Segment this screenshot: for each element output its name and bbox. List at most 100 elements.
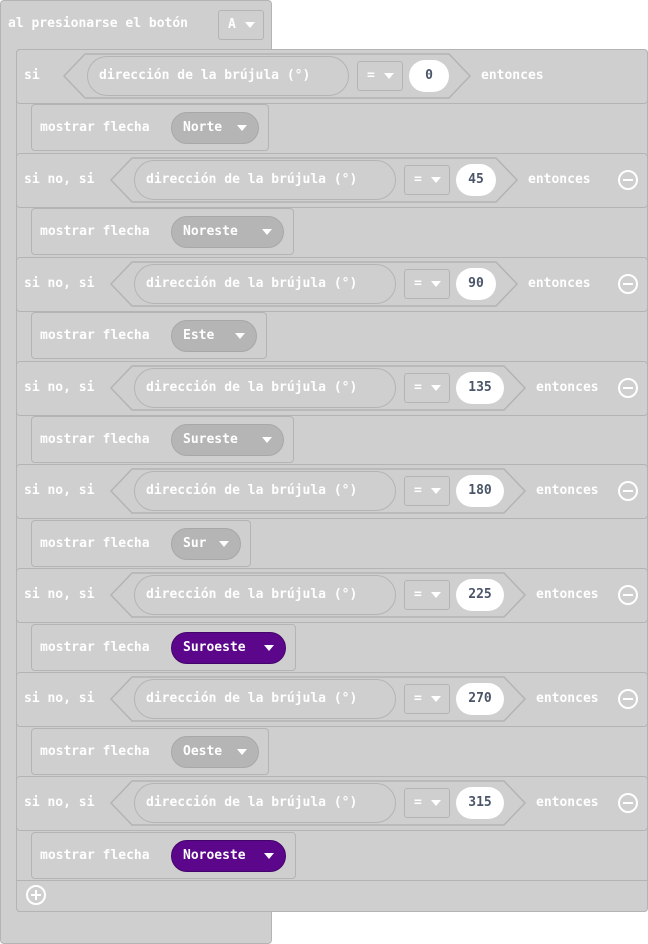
- minus-circle-icon[interactable]: [618, 378, 638, 398]
- compass-heading-label: dirección de la brújula (°): [146, 276, 358, 291]
- operator-value: =: [414, 172, 422, 187]
- caret-down-icon: [262, 229, 272, 235]
- heading-value-input[interactable]: 90: [456, 268, 496, 300]
- caret-down-icon: [262, 437, 272, 443]
- compass-heading-label: dirección de la brújula (°): [146, 691, 358, 706]
- operator-value: =: [414, 795, 422, 810]
- then-label: entonces: [536, 691, 599, 706]
- if-block-footer: [16, 880, 648, 912]
- operator-dropdown[interactable]: =: [404, 788, 450, 818]
- show-arrow-label: mostrar flecha: [40, 120, 150, 135]
- show-arrow-label: mostrar flecha: [40, 848, 150, 863]
- caret-down-icon: [219, 541, 229, 547]
- operator-value: =: [414, 276, 422, 291]
- operator-value: =: [414, 587, 422, 602]
- minus-circle-icon[interactable]: [618, 585, 638, 605]
- direction-value: Este: [183, 328, 215, 343]
- show-arrow-label: mostrar flecha: [40, 744, 150, 759]
- then-label: entonces: [536, 795, 599, 810]
- operator-value: =: [414, 691, 422, 706]
- minus-circle-icon[interactable]: [618, 274, 638, 294]
- compass-heading-label: dirección de la brújula (°): [146, 483, 358, 498]
- caret-down-icon: [431, 281, 441, 287]
- operator-value: =: [367, 68, 375, 83]
- direction-dropdown[interactable]: Este: [171, 320, 257, 352]
- operator-value: =: [414, 380, 422, 395]
- direction-value: Noreste: [183, 224, 238, 239]
- heading-value-input[interactable]: 180: [456, 475, 504, 507]
- direction-dropdown[interactable]: Norte: [171, 112, 259, 144]
- caret-down-icon: [237, 125, 247, 131]
- compass-heading-label: dirección de la brújula (°): [146, 172, 358, 187]
- heading-value-input[interactable]: 315: [456, 787, 504, 819]
- else-if-label: si no, si: [24, 795, 95, 810]
- operator-dropdown[interactable]: =: [404, 373, 450, 403]
- direction-value: Suroeste: [183, 640, 246, 655]
- direction-value: Oeste: [183, 744, 223, 759]
- caret-down-icon: [237, 749, 247, 755]
- plus-circle-icon[interactable]: [26, 885, 46, 905]
- then-label: entonces: [528, 172, 591, 187]
- else-if-label: si no, si: [24, 380, 95, 395]
- operator-dropdown[interactable]: =: [404, 269, 450, 299]
- minus-circle-icon[interactable]: [618, 481, 638, 501]
- direction-dropdown[interactable]: Sureste: [171, 424, 284, 456]
- show-arrow-label: mostrar flecha: [40, 536, 150, 551]
- compass-heading-label: dirección de la brújula (°): [146, 795, 358, 810]
- direction-value: Noroeste: [183, 848, 246, 863]
- operator-dropdown[interactable]: =: [404, 580, 450, 610]
- button-dropdown-value: A: [228, 17, 236, 32]
- else-if-label: si no, si: [24, 172, 95, 187]
- event-label: al presionarse el botón: [8, 16, 189, 31]
- operator-dropdown[interactable]: =: [404, 165, 450, 195]
- caret-down-icon: [264, 853, 274, 859]
- direction-value: Sur: [183, 536, 207, 551]
- operator-dropdown[interactable]: =: [404, 684, 450, 714]
- heading-value-input[interactable]: 45: [456, 164, 496, 196]
- heading-value-input[interactable]: 225: [456, 579, 504, 611]
- caret-down-icon: [431, 592, 441, 598]
- then-label: entonces: [536, 380, 599, 395]
- compass-heading-label: dirección de la brújula (°): [146, 380, 358, 395]
- button-dropdown[interactable]: A: [218, 10, 264, 40]
- compass-heading-label: dirección de la brújula (°): [99, 68, 311, 83]
- compass-heading-label: dirección de la brújula (°): [146, 587, 358, 602]
- caret-down-icon: [235, 333, 245, 339]
- caret-down-icon: [264, 645, 274, 651]
- direction-dropdown[interactable]: Noreste: [171, 216, 284, 248]
- operator-value: =: [414, 483, 422, 498]
- direction-value: Norte: [183, 120, 223, 135]
- direction-dropdown[interactable]: Suroeste: [171, 632, 286, 664]
- show-arrow-label: mostrar flecha: [40, 432, 150, 447]
- direction-dropdown[interactable]: Oeste: [171, 736, 259, 768]
- minus-circle-icon[interactable]: [618, 170, 638, 190]
- minus-circle-icon[interactable]: [618, 689, 638, 709]
- caret-down-icon: [245, 22, 255, 28]
- caret-down-icon: [431, 488, 441, 494]
- caret-down-icon: [431, 177, 441, 183]
- direction-dropdown[interactable]: Sur: [171, 528, 241, 560]
- heading-value-input[interactable]: 270: [456, 683, 504, 715]
- else-if-label: si no, si: [24, 691, 95, 706]
- then-label: entonces: [536, 587, 599, 602]
- if-label: si: [24, 68, 40, 83]
- caret-down-icon: [431, 800, 441, 806]
- direction-dropdown[interactable]: Noroeste: [171, 840, 286, 872]
- operator-dropdown[interactable]: =: [404, 476, 450, 506]
- caret-down-icon: [431, 696, 441, 702]
- caret-down-icon: [384, 73, 394, 79]
- then-label: entonces: [481, 68, 544, 83]
- caret-down-icon: [431, 385, 441, 391]
- show-arrow-label: mostrar flecha: [40, 328, 150, 343]
- direction-value: Sureste: [183, 432, 238, 447]
- else-if-label: si no, si: [24, 276, 95, 291]
- then-label: entonces: [528, 276, 591, 291]
- then-label: entonces: [536, 483, 599, 498]
- heading-value-input[interactable]: 135: [456, 372, 504, 404]
- heading-value-input[interactable]: 0: [409, 60, 449, 92]
- else-if-label: si no, si: [24, 483, 95, 498]
- show-arrow-label: mostrar flecha: [40, 640, 150, 655]
- operator-dropdown[interactable]: =: [357, 61, 403, 91]
- minus-circle-icon[interactable]: [618, 793, 638, 813]
- show-arrow-label: mostrar flecha: [40, 224, 150, 239]
